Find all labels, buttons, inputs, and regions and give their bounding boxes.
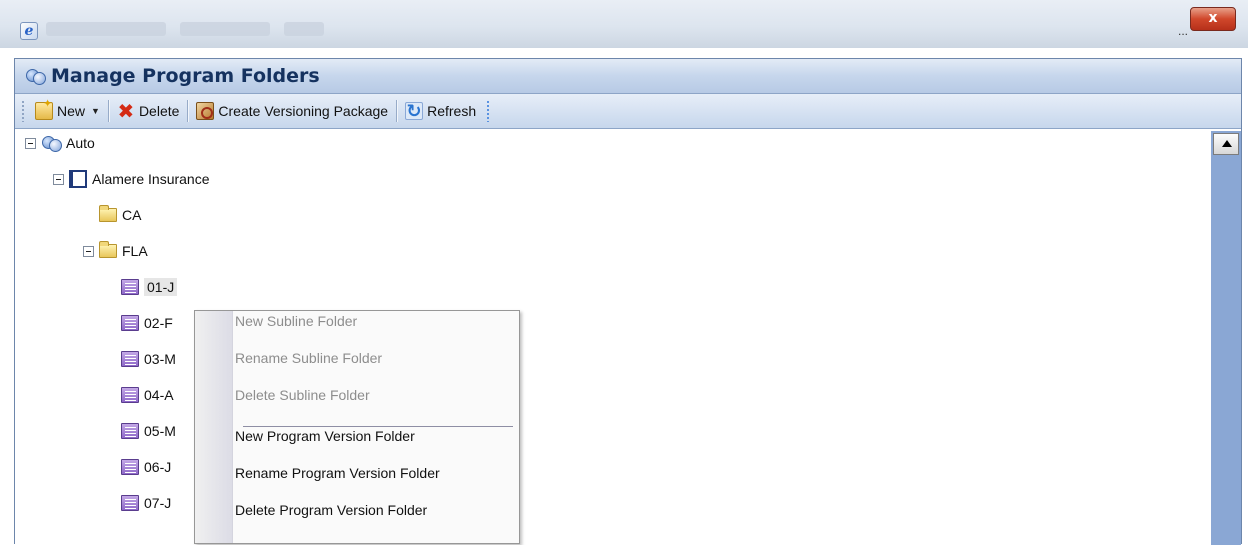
chevron-down-icon[interactable]: ▼ [91,106,100,116]
tree-node-program-folder[interactable]: 03-M [121,347,176,371]
program-folder-icon [121,351,139,367]
tree-node-label: Auto [66,135,95,151]
toolbar-separator [396,100,398,122]
overflow-ellipsis: ... [1178,24,1189,38]
ie-icon: e [20,22,38,40]
menu-item-delete-program-version-folder[interactable]: Delete Program Version Folder [235,502,427,540]
browser-tab-blurred[interactable] [46,22,166,36]
tree-node-label: 05-M [144,423,176,439]
delete-button-label: Delete [138,103,180,119]
collapse-icon[interactable] [25,137,36,149]
program-folder-icon [121,495,139,511]
toolbar-separator [187,100,189,122]
tree-node-label: 01-J [144,278,178,296]
browser-title-bar: e ... x [0,0,1248,48]
people-icon [41,134,62,152]
tree-node-ca[interactable]: CA [99,203,141,227]
program-folder-icon [121,315,139,331]
tree-node-program-folder[interactable]: 04-A [121,383,174,407]
menu-separator [243,426,513,427]
tree-node-label: Alamere Insurance [92,171,210,187]
panel-title: Manage Program Folders [51,65,320,87]
menu-item-new-program-version-folder[interactable]: New Program Version Folder [235,428,415,466]
folder-icon [99,241,117,258]
program-folder-icon [121,387,139,403]
context-menu: New Subline Folder Rename Subline Folder… [194,310,520,544]
program-folder-icon [121,459,139,475]
delete-x-icon: ✖ [117,99,135,123]
package-icon [196,102,215,120]
program-folder-icon [121,279,139,295]
tree-node-program-folder[interactable]: 05-M [121,419,176,443]
create-versioning-package-label: Create Versioning Package [218,103,389,119]
toolbar-grip[interactable] [21,100,25,122]
menu-item-rename-program-version-folder[interactable]: Rename Program Version Folder [235,465,440,503]
tree-node-program-folder[interactable]: 02-F [121,311,173,335]
tree-node-label: CA [122,207,142,223]
refresh-icon: ↻ [405,101,424,122]
tree-node-program-folder[interactable]: 06-J [121,455,171,479]
tree-node-label: 03-M [144,351,176,367]
menu-item-new-subline-folder[interactable]: New Subline Folder [235,313,357,351]
tree-node-label: 06-J [144,459,172,475]
collapse-icon[interactable] [53,173,64,185]
browser-tab-blurred[interactable] [180,22,270,36]
menu-item-delete-subline-folder[interactable]: Delete Subline Folder [235,387,370,425]
vertical-scrollbar[interactable] [1211,131,1241,545]
new-button-label: New [57,103,86,119]
tree-node-alamere-insurance[interactable]: Alamere Insurance [53,167,210,191]
tree-node-fla[interactable]: FLA [83,239,148,263]
tree-node-label: FLA [122,243,148,259]
scroll-up-arrow-icon[interactable] [1213,133,1239,155]
program-folder-icon [121,423,139,439]
tree-node-label: 04-A [144,387,174,403]
tree-node-program-folder[interactable]: 01-J [121,275,178,299]
tree-node-program-folder[interactable]: 07-J [121,491,171,515]
toolbar-separator [107,100,109,122]
new-folder-icon [35,97,53,120]
context-menu-gutter [195,311,233,543]
panel-header: Manage Program Folders [15,59,1241,94]
refresh-button[interactable]: ↻ Refresh [401,98,480,124]
create-versioning-package-button[interactable]: Create Versioning Package [192,98,392,124]
window-close-button[interactable]: x [1190,7,1236,31]
close-icon: x [1208,10,1218,26]
delete-button[interactable]: ✖ Delete [113,98,183,124]
collapse-icon[interactable] [83,245,94,257]
refresh-button-label: Refresh [427,103,477,119]
folder-icon [99,205,117,222]
toolbar: New ▼ ✖ Delete Create Versioning Package… [15,94,1241,129]
tree-node-label: 07-J [144,495,172,511]
tree-node-auto[interactable]: Auto [25,131,95,155]
toolbar-overflow-grip[interactable] [486,100,491,122]
tree-node-label: 02-F [144,315,173,331]
people-icon [25,67,46,85]
new-button[interactable]: New ▼ [31,97,104,124]
menu-item-rename-subline-folder[interactable]: Rename Subline Folder [235,350,382,388]
browser-tab-blurred[interactable] [284,22,324,36]
book-icon [69,170,87,188]
